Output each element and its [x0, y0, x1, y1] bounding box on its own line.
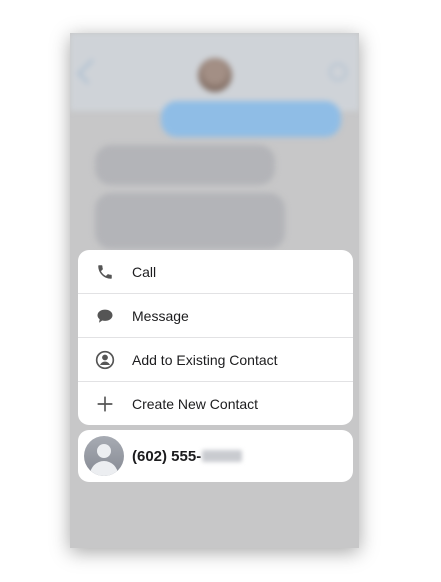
action-menu: Call Message Add to Existing Contact Cre… [78, 250, 353, 425]
add-to-existing-contact-label: Add to Existing Contact [132, 351, 278, 368]
create-new-contact-action[interactable]: Create New Contact [78, 382, 353, 425]
person-circle-icon [78, 350, 132, 370]
contact-avatar-icon [84, 436, 124, 476]
call-action[interactable]: Call [78, 250, 353, 294]
phone-number-text: (602) 555- [132, 447, 202, 465]
create-new-contact-label: Create New Contact [132, 395, 259, 412]
phone-number: (602) 555- [132, 447, 243, 465]
received-message-bubble [95, 145, 275, 185]
add-to-existing-contact-action[interactable]: Add to Existing Contact [78, 338, 353, 382]
contact-preview-card[interactable]: (602) 555- [78, 430, 353, 482]
phone-icon [78, 263, 132, 281]
message-action[interactable]: Message [78, 294, 353, 338]
redacted-digits [202, 450, 243, 462]
plus-icon [78, 395, 132, 413]
speech-bubble-icon [78, 307, 132, 325]
message-label: Message [132, 307, 189, 324]
sent-message-bubble [161, 101, 341, 137]
info-icon [329, 63, 347, 81]
avatar [198, 58, 232, 92]
call-label: Call [132, 263, 157, 280]
received-message-bubble [95, 193, 285, 249]
